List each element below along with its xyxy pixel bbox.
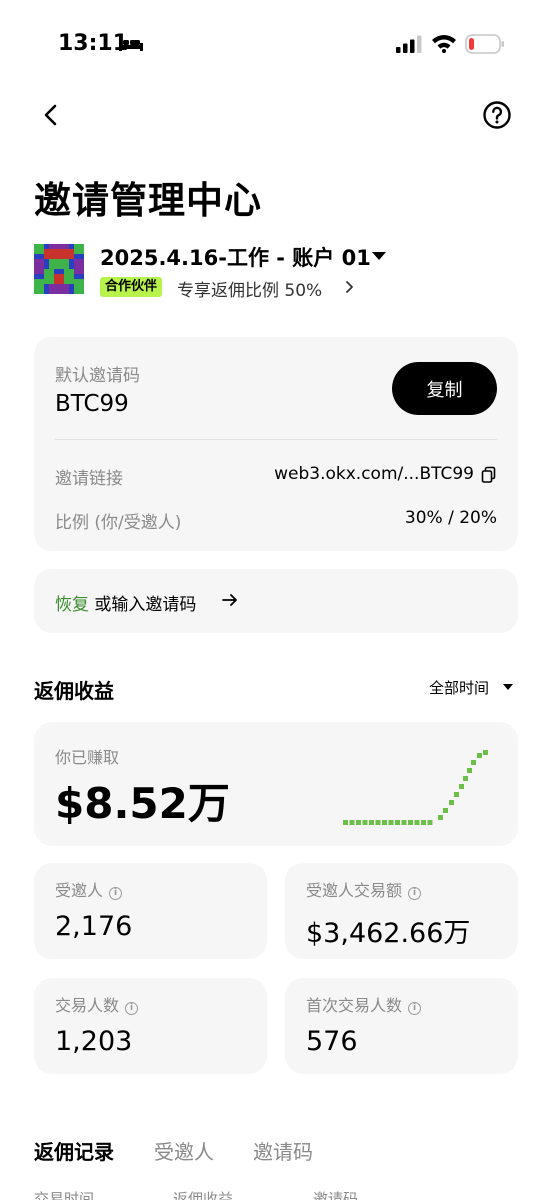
account-dropdown-icon[interactable] bbox=[372, 252, 386, 260]
arrow-right-icon bbox=[222, 594, 237, 606]
status-bar: 13:11 bbox=[0, 0, 552, 90]
divider bbox=[55, 439, 497, 440]
cellular-signal-icon bbox=[396, 35, 422, 53]
tab-invite-codes[interactable]: 邀请码 bbox=[253, 1136, 313, 1165]
stat-label: 首次交易人数 i bbox=[306, 992, 422, 1016]
restore-link[interactable]: 恢复 bbox=[55, 595, 89, 615]
sparkline-dot bbox=[459, 784, 464, 789]
partner-badge: 合作伙伴 bbox=[100, 277, 163, 297]
restore-text: 恢复 或输入邀请码 bbox=[55, 590, 196, 615]
invite-code-card: 默认邀请码 BTC99 复制 邀请链接 web3.okx.com/...BTC9… bbox=[34, 337, 518, 551]
info-icon[interactable]: i bbox=[125, 1002, 139, 1015]
sparkline-dot bbox=[349, 820, 355, 825]
ratio-value: 30% / 20% bbox=[404, 508, 497, 528]
earned-value: $8.52万 bbox=[55, 779, 230, 828]
sparkline-dot bbox=[408, 820, 413, 825]
sparkline-dot bbox=[395, 820, 400, 825]
stat-label-text: 受邀人 bbox=[55, 881, 104, 900]
sparkline-dot bbox=[454, 792, 459, 797]
stat-value: 1,203 bbox=[55, 1026, 133, 1057]
stat-label: 受邀人交易额 i bbox=[306, 877, 422, 901]
sparkline-dot bbox=[467, 768, 472, 773]
sparkline-dot bbox=[362, 820, 368, 825]
earnings-sparkline bbox=[343, 750, 488, 825]
sparkline-dot bbox=[471, 760, 476, 765]
stat-card-first-traders: 首次交易人数 i 576 bbox=[285, 978, 518, 1074]
sparkline-dot bbox=[449, 800, 454, 805]
sleep-mode-icon bbox=[119, 38, 143, 51]
sparkline-dot bbox=[443, 808, 448, 813]
ratio-label: 比例 (你/受邀人) bbox=[55, 513, 182, 533]
info-icon[interactable]: i bbox=[109, 887, 123, 900]
sparkline-dot bbox=[463, 776, 468, 781]
stat-card-invitee-volume: 受邀人交易额 i $3,462.66万 bbox=[285, 863, 518, 959]
rebate-ratio-link[interactable]: 专享返佣比例 50% bbox=[177, 276, 322, 301]
rebate-earnings-title: 返佣收益 bbox=[34, 679, 114, 703]
invite-link-label: 邀请链接 bbox=[55, 469, 123, 489]
copy-button[interactable]: 复制 bbox=[392, 362, 497, 415]
account-selector[interactable]: 2025.4.16-工作 - 账户 01 bbox=[100, 242, 371, 272]
stat-label-text: 首次交易人数 bbox=[306, 996, 403, 1015]
stat-value: 2,176 bbox=[55, 911, 133, 942]
stat-label-text: 交易人数 bbox=[55, 996, 120, 1015]
stat-label: 受邀人 i bbox=[55, 877, 123, 901]
avatar bbox=[34, 244, 84, 294]
invite-code-label: 默认邀请码 bbox=[55, 366, 140, 386]
invite-code-value: BTC99 bbox=[55, 391, 129, 417]
sparkline-dot bbox=[421, 820, 426, 825]
sparkline-dot bbox=[382, 820, 387, 825]
sparkline-dot bbox=[369, 820, 374, 825]
back-button[interactable] bbox=[36, 100, 66, 130]
stat-card-invitees: 受邀人 i 2,176 bbox=[34, 863, 267, 959]
stat-value: $3,462.66万 bbox=[306, 918, 471, 949]
caret-down-icon[interactable] bbox=[503, 684, 513, 690]
sparkline-dot bbox=[414, 820, 420, 825]
sparkline-dot bbox=[375, 820, 381, 825]
info-icon[interactable]: i bbox=[408, 887, 422, 900]
invite-link-value[interactable]: web3.okx.com/...BTC99 bbox=[274, 464, 474, 484]
sparkline-dot bbox=[438, 815, 443, 820]
info-icon[interactable]: i bbox=[408, 1002, 422, 1015]
help-icon[interactable] bbox=[482, 100, 512, 130]
sparkline-dot bbox=[477, 753, 482, 758]
column-header-rebate[interactable]: 返佣收益 bbox=[173, 1188, 233, 1200]
tab-rebate-records[interactable]: 返佣记录 bbox=[34, 1136, 114, 1165]
earned-card: 你已赚取 $8.52万 bbox=[34, 722, 518, 846]
sparkline-dot bbox=[427, 820, 433, 825]
stat-card-traders: 交易人数 i 1,203 bbox=[34, 978, 267, 1074]
wifi-icon bbox=[432, 35, 456, 53]
column-header-trade-time[interactable]: 交易时间 bbox=[34, 1188, 94, 1200]
sparkline-dot bbox=[483, 750, 488, 755]
page-title: 邀请管理中心 bbox=[34, 179, 262, 222]
tab-invitees[interactable]: 受邀人 bbox=[154, 1136, 214, 1165]
copy-icon[interactable] bbox=[481, 466, 497, 484]
sparkline-dot bbox=[356, 820, 361, 825]
sparkline-dot bbox=[401, 820, 407, 825]
time-filter-dropdown[interactable]: 全部时间 bbox=[429, 677, 489, 698]
sparkline-dot bbox=[343, 820, 348, 825]
earned-label: 你已赚取 bbox=[55, 748, 120, 767]
stat-value: 576 bbox=[306, 1026, 358, 1057]
enter-invite-code-text: 或输入邀请码 bbox=[89, 595, 197, 615]
sparkline-dot bbox=[388, 820, 394, 825]
chevron-right-icon[interactable] bbox=[343, 280, 355, 294]
restore-invite-code-row[interactable]: 恢复 或输入邀请码 bbox=[34, 569, 518, 633]
stat-label-text: 受邀人交易额 bbox=[306, 881, 403, 900]
column-header-invite-code[interactable]: 邀请码 bbox=[313, 1188, 358, 1200]
stat-label: 交易人数 i bbox=[55, 992, 139, 1016]
battery-low-icon bbox=[465, 34, 504, 54]
